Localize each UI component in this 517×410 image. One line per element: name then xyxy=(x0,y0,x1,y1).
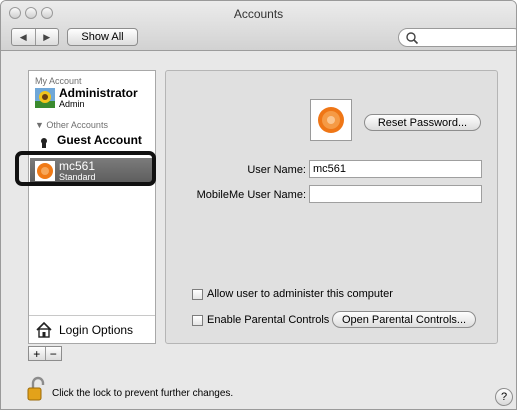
open-parental-controls-button[interactable]: Open Parental Controls... xyxy=(332,311,476,328)
add-remove-control: + − xyxy=(28,346,62,361)
title-bar: Accounts ◀ ▶ Show All xyxy=(1,1,516,51)
window-title: Accounts xyxy=(233,7,284,21)
remove-account-button[interactable]: − xyxy=(44,347,62,360)
user-name-label: User Name: xyxy=(247,164,306,176)
search-input[interactable] xyxy=(398,28,516,47)
sidebar-item-administrator[interactable]: Administrator Admin xyxy=(35,87,153,109)
lock-message: Click the lock to prevent further change… xyxy=(52,388,234,399)
back-arrow-icon[interactable]: ◀ xyxy=(12,29,35,45)
allow-admin-checkbox[interactable]: Allow user to administer this computer xyxy=(192,288,393,300)
mobileme-label: MobileMe User Name: xyxy=(196,189,306,201)
forward-arrow-icon[interactable]: ▶ xyxy=(34,29,59,45)
mobileme-user-name-field[interactable] xyxy=(309,185,482,203)
allow-admin-label: Allow user to administer this computer xyxy=(207,288,393,300)
help-button[interactable]: ? xyxy=(495,388,513,406)
checkbox-box[interactable] xyxy=(192,288,203,300)
flower-user-icon xyxy=(35,88,55,108)
accounts-sidebar: My Account Administrator Admin ▼ Other A… xyxy=(28,70,156,344)
sidebar-item-guest-account[interactable]: Guest Account xyxy=(35,132,153,148)
user-name-field[interactable]: mc561 xyxy=(309,160,482,178)
sidebar-item-sublabel: Standard xyxy=(59,172,96,182)
accounts-window: Accounts ◀ ▶ Show All My Account Adminis… xyxy=(0,0,517,410)
back-forward-control: ◀ ▶ xyxy=(11,28,59,46)
search-icon xyxy=(406,32,419,45)
reset-password-button[interactable]: Reset Password... xyxy=(364,114,481,131)
sidebar-item-label: Administrator xyxy=(59,86,138,100)
other-accounts-header[interactable]: ▼ Other Accounts xyxy=(35,120,108,130)
add-account-button[interactable]: + xyxy=(29,347,45,360)
lock-icon[interactable] xyxy=(27,376,47,402)
sidebar-item-mc561[interactable]: mc561 Standard xyxy=(35,160,153,182)
my-account-header: My Account xyxy=(35,76,82,86)
sidebar-item-sublabel: Admin xyxy=(59,99,85,109)
parental-controls-label: Enable Parental Controls xyxy=(207,314,330,326)
sidebar-item-label: mc561 xyxy=(59,159,96,173)
login-options-item[interactable]: Login Options xyxy=(29,315,155,343)
login-options-label: Login Options xyxy=(59,322,134,337)
show-all-button[interactable]: Show All xyxy=(67,28,138,46)
house-icon xyxy=(36,321,52,338)
orange-user-icon xyxy=(35,161,55,181)
account-details-panel: Reset Password... User Name: mc561 Mobil… xyxy=(165,70,498,344)
guest-user-icon xyxy=(41,138,47,148)
sidebar-item-label: Guest Account xyxy=(57,133,142,147)
checkbox-box[interactable] xyxy=(192,314,203,326)
user-picture[interactable] xyxy=(310,99,352,141)
parental-controls-checkbox[interactable]: Enable Parental Controls xyxy=(192,314,329,326)
orange-user-icon xyxy=(318,107,344,133)
